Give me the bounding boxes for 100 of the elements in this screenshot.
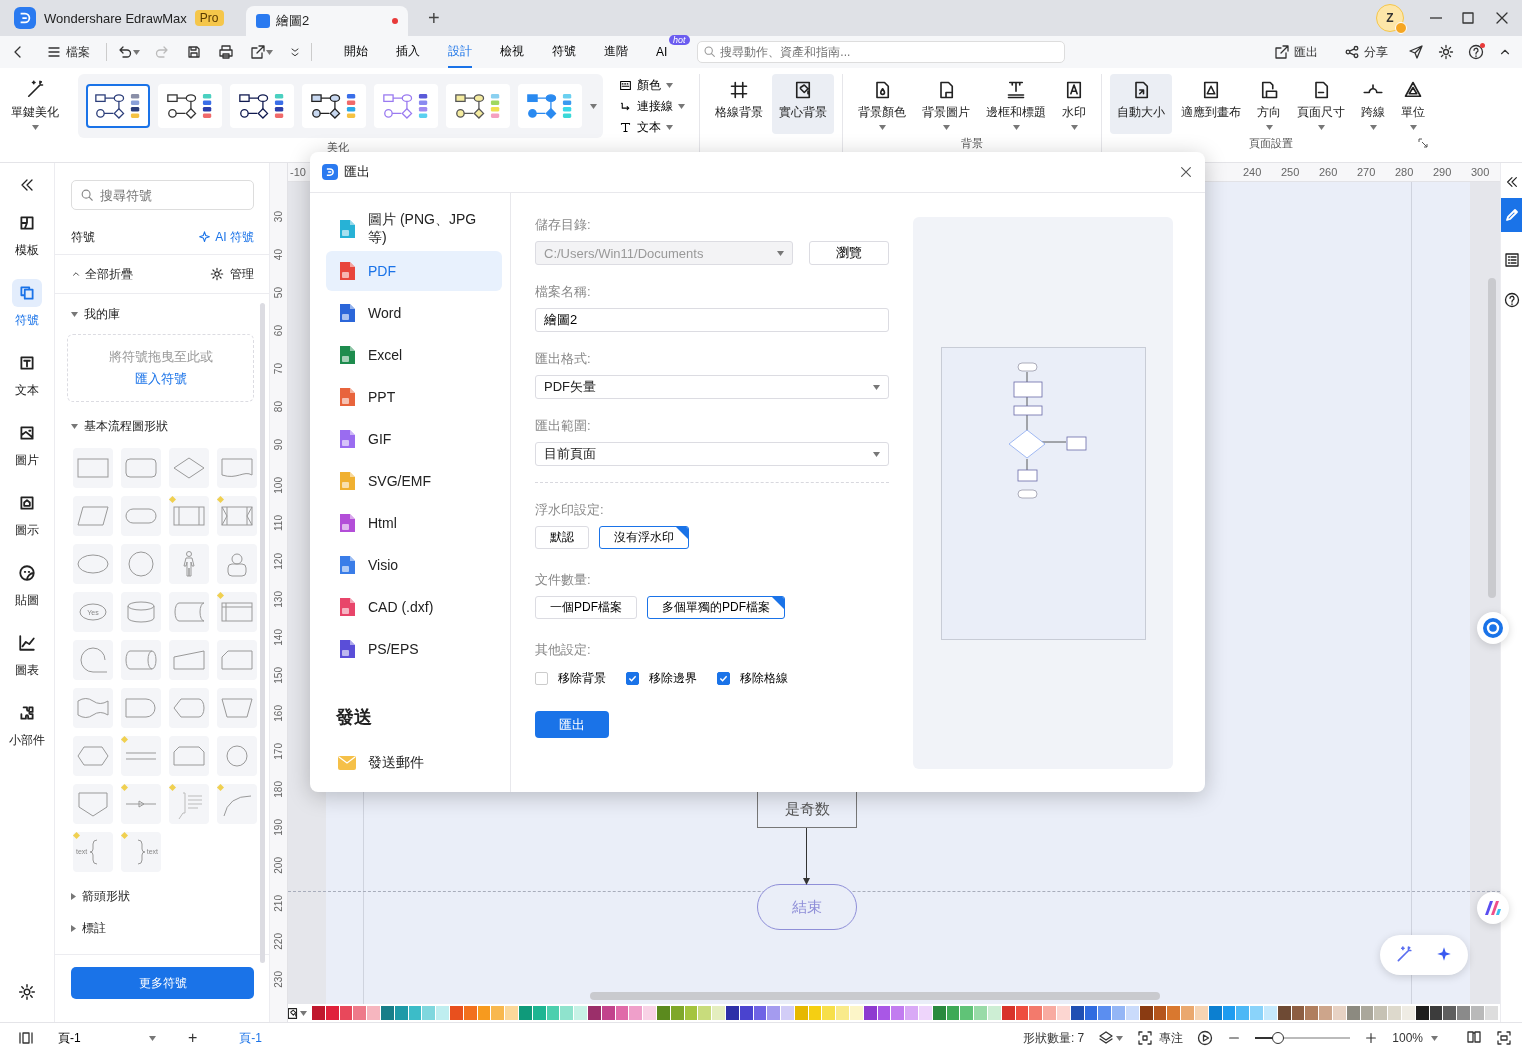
- field-label: 浮水印設定:: [535, 501, 605, 519]
- format-item[interactable]: PPT: [326, 377, 502, 417]
- ruler-number: 230: [273, 971, 284, 988]
- format-item[interactable]: Word: [326, 293, 502, 333]
- share-button[interactable]: 分享: [1338, 43, 1394, 61]
- beautify-button[interactable]: 單鍵美化: [4, 74, 66, 134]
- style-menu[interactable]: 連接線: [619, 97, 685, 115]
- focus-button[interactable]: 專注: [1137, 1029, 1184, 1047]
- nav-item[interactable]: 圖片: [4, 415, 50, 473]
- ribbon-button[interactable]: 邊框和標題: [979, 74, 1053, 134]
- file-name-field[interactable]: 繪圖2: [535, 308, 889, 332]
- library-section[interactable]: 我的庫: [55, 298, 269, 330]
- file-menu[interactable]: 檔案: [40, 43, 96, 61]
- ai-symbol-link[interactable]: AI 符號: [198, 228, 254, 246]
- ribbon-button[interactable]: 格線背景: [708, 74, 770, 134]
- ribbon-button[interactable]: 單位: [1394, 74, 1432, 134]
- option-button[interactable]: 多個單獨的PDF檔案: [647, 596, 785, 619]
- ribbon-button[interactable]: 跨線: [1354, 74, 1392, 134]
- ruler-number: 50: [273, 287, 284, 299]
- app-name: Wondershare EdrawMax: [44, 10, 187, 26]
- drop-hint: 將符號拖曳至此或: [108, 348, 213, 366]
- format-item[interactable]: Html: [326, 503, 502, 543]
- menu-tab[interactable]: 進階: [604, 36, 628, 68]
- ruler-number: 30: [273, 211, 284, 223]
- nav-item[interactable]: 圖示: [4, 485, 50, 543]
- nav-item[interactable]: 貼圖: [4, 555, 50, 613]
- option-button[interactable]: 一個PDF檔案: [535, 596, 637, 619]
- page-tab[interactable]: 頁-1: [233, 1028, 268, 1048]
- user-avatar[interactable]: Z: [1376, 4, 1404, 32]
- nav-item[interactable]: 小部件: [4, 695, 50, 753]
- zoom-select[interactable]: 100%: [1392, 1031, 1438, 1045]
- menu-tab[interactable]: 符號: [552, 36, 576, 68]
- shape-section[interactable]: 箭頭形狀: [55, 880, 269, 912]
- nav-item[interactable]: 符號: [4, 275, 50, 333]
- document-tab[interactable]: 繪圖2: [246, 6, 408, 36]
- hot-badge: hot: [669, 34, 690, 45]
- ruler-number: 220: [273, 933, 284, 950]
- checkbox[interactable]: 移除邊界: [626, 670, 697, 687]
- format-item[interactable]: Excel: [326, 335, 502, 375]
- nav-item[interactable]: 圖表: [4, 625, 50, 683]
- field-label: 匯出範圍:: [535, 417, 592, 435]
- checkbox[interactable]: 移除背景: [535, 670, 606, 687]
- page-select[interactable]: 頁-1: [54, 1029, 160, 1047]
- ribbon-button[interactable]: 水印: [1055, 74, 1093, 134]
- nav-item[interactable]: 文本: [4, 345, 50, 403]
- ribbon-button[interactable]: 適應到畫布: [1174, 74, 1248, 134]
- option-button[interactable]: 默認: [535, 526, 589, 549]
- panel-heading: 符號: [71, 228, 95, 246]
- collapse-all-button[interactable]: 全部折疊: [71, 265, 133, 283]
- menu-tab[interactable]: 開始: [344, 36, 368, 68]
- ribbon-button[interactable]: 自動大小: [1110, 74, 1172, 134]
- format-item[interactable]: Visio: [326, 545, 502, 585]
- browse-button[interactable]: 瀏覽: [809, 241, 889, 265]
- ruler-number: 100: [273, 477, 284, 494]
- option-button[interactable]: 沒有浮水印: [599, 526, 689, 549]
- send-item[interactable]: 發送郵件: [326, 743, 502, 783]
- ruler-number: 70: [273, 363, 284, 375]
- menu-tab[interactable]: 設計: [448, 36, 472, 68]
- import-symbol-link[interactable]: 匯入符號: [134, 370, 187, 388]
- ruler-number: 190: [273, 819, 284, 836]
- ruler-number: 140: [273, 629, 284, 646]
- ruler-number: 160: [273, 705, 284, 722]
- style-menu[interactable]: 文本: [619, 118, 685, 136]
- manage-button[interactable]: 管理: [210, 265, 254, 283]
- format-item[interactable]: 圖片 (PNG、JPG 等): [326, 209, 502, 249]
- menu-tab[interactable]: 插入: [396, 36, 420, 68]
- menu-tab[interactable]: 檢視: [500, 36, 524, 68]
- add-page-button[interactable]: +: [182, 1029, 204, 1047]
- send-heading: 發送: [336, 706, 373, 729]
- range-select[interactable]: 目前頁面: [535, 442, 889, 466]
- symbol-search-field[interactable]: 搜尋符號: [71, 180, 254, 210]
- export-button[interactable]: 匯出: [1268, 43, 1324, 61]
- ribbon-button[interactable]: 頁面尺寸: [1290, 74, 1352, 134]
- shape-section[interactable]: 標註: [55, 912, 269, 944]
- ribbon-button[interactable]: 背景顏色: [851, 74, 913, 134]
- more-symbols-button[interactable]: 更多符號: [71, 967, 254, 999]
- checkbox[interactable]: 移除格線: [717, 670, 788, 687]
- terminator-node: 結束: [757, 884, 857, 930]
- format-item[interactable]: PDF: [326, 251, 502, 291]
- new-tab-button[interactable]: +: [422, 6, 446, 31]
- format-item[interactable]: PS/EPS: [326, 629, 502, 669]
- ruler-number: 130: [273, 591, 284, 608]
- ruler-number: 150: [273, 667, 284, 684]
- format-item[interactable]: GIF: [326, 419, 502, 459]
- shape-section[interactable]: 基本流程圖形狀: [55, 410, 269, 442]
- ruler-number: -10: [290, 166, 306, 178]
- ribbon-button[interactable]: 背景圖片: [915, 74, 977, 134]
- field-label: 文件數量:: [535, 571, 592, 589]
- export-submit-button[interactable]: 匯出: [535, 711, 609, 738]
- format-select[interactable]: PDF矢量: [535, 375, 889, 399]
- search-field[interactable]: 搜尋動作、資產和指南...: [697, 41, 1066, 63]
- ribbon-button[interactable]: 方向: [1250, 74, 1288, 134]
- group-label: 背景: [961, 136, 983, 151]
- ruler-number: 200: [273, 857, 284, 874]
- format-item[interactable]: CAD (.dxf): [326, 587, 502, 627]
- nav-item[interactable]: 模板: [4, 205, 50, 263]
- format-item[interactable]: SVG/EMF: [326, 461, 502, 501]
- ruler-number: 180: [273, 781, 284, 798]
- ribbon-button[interactable]: 實心背景: [772, 74, 834, 134]
- style-menu[interactable]: 顏色: [619, 76, 685, 94]
